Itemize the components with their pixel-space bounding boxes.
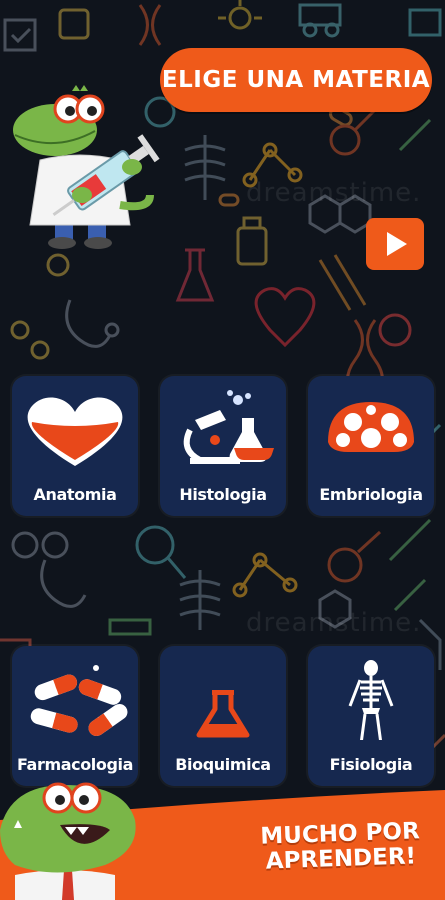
subject-label: Anatomia xyxy=(33,485,117,504)
subject-tile-bioquimica[interactable]: Bioquimica xyxy=(160,646,286,786)
subject-tile-histologia[interactable]: Histologia xyxy=(160,376,286,516)
choose-subject-title: ELIGE UNA MATERIA xyxy=(160,48,432,112)
play-button[interactable] xyxy=(366,218,424,270)
subject-tile-anatomia[interactable]: Anatomia xyxy=(12,376,138,516)
subject-label: Fisiologia xyxy=(329,755,413,774)
subject-tile-fisiologia[interactable]: Fisiologia xyxy=(308,646,434,786)
crocodile-doctor-mascot xyxy=(13,85,160,249)
flask-icon xyxy=(196,690,250,738)
subject-label: Bioquimica xyxy=(175,755,271,774)
heart-icon xyxy=(27,397,123,466)
watermark-text: dreamstime. xyxy=(246,178,422,208)
embryo-icon xyxy=(328,402,414,452)
subject-tile-embriologia[interactable]: Embriologia xyxy=(308,376,434,516)
crocodile-mascot-bottom xyxy=(0,782,136,900)
play-icon xyxy=(387,232,407,256)
subject-tile-farmacologia[interactable]: Farmacologia xyxy=(12,646,138,786)
microscope-flask-icon xyxy=(183,390,274,464)
subject-label: Histologia xyxy=(179,485,267,504)
skeleton-icon xyxy=(348,660,394,740)
pills-icon xyxy=(30,665,128,737)
watermark-text: dreamstime. xyxy=(246,608,422,638)
subject-label: Embriologia xyxy=(319,485,423,504)
slogan-text: MUCHO POR APRENDER! xyxy=(247,818,434,875)
